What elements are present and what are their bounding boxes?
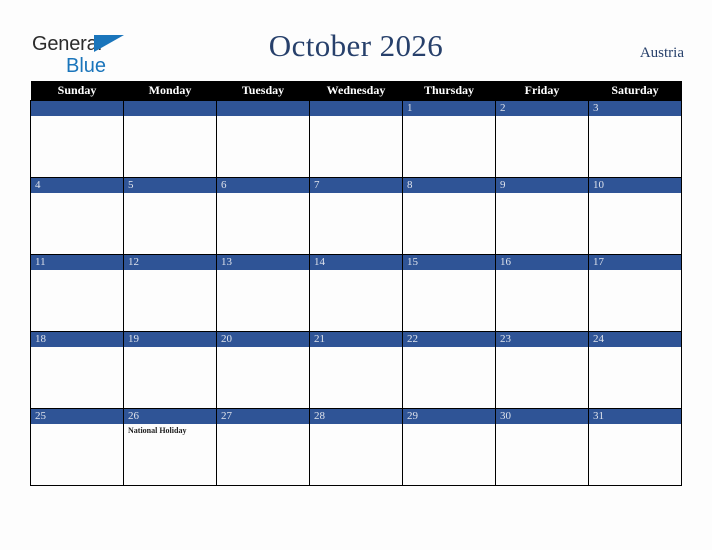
calendar-day-cell[interactable]: 16: [495, 254, 589, 332]
calendar-day-cell[interactable]: 22: [402, 331, 496, 409]
calendar-day-cell[interactable]: 1: [402, 100, 496, 178]
day-number: 13: [217, 255, 309, 270]
calendar-day-cell[interactable]: 14: [309, 254, 403, 332]
day-number: 1: [403, 101, 495, 116]
calendar-day-cell[interactable]: 30: [495, 408, 589, 486]
calendar-day-cell[interactable]: 8: [402, 177, 496, 255]
day-number: 28: [310, 409, 402, 424]
calendar-week-row: 11 12 13 14 15 16 17: [30, 254, 682, 332]
calendar-week-row: 25 26 National Holiday 27 28 29 30 31: [30, 408, 682, 486]
calendar-day-cell[interactable]: 2: [495, 100, 589, 178]
day-number: 22: [403, 332, 495, 347]
calendar-grid: Sunday Monday Tuesday Wednesday Thursday…: [30, 81, 682, 486]
calendar-empty-cell: [123, 100, 217, 178]
calendar-day-cell[interactable]: 23: [495, 331, 589, 409]
day-number: 2: [496, 101, 588, 116]
day-event-list: National Holiday: [124, 424, 216, 436]
calendar-day-cell[interactable]: 9: [495, 177, 589, 255]
calendar-day-cell[interactable]: 7: [309, 177, 403, 255]
weekday-header-thursday: Thursday: [402, 81, 496, 101]
calendar-day-cell[interactable]: 18: [30, 331, 124, 409]
holiday-label: National Holiday: [128, 426, 187, 435]
day-number: 16: [496, 255, 588, 270]
day-number: 4: [31, 178, 123, 193]
calendar-day-cell[interactable]: 3: [588, 100, 682, 178]
calendar-day-cell[interactable]: 20: [216, 331, 310, 409]
calendar-header-row: Sunday Monday Tuesday Wednesday Thursday…: [30, 81, 682, 101]
calendar-day-cell[interactable]: 12: [123, 254, 217, 332]
day-number: 3: [589, 101, 681, 116]
calendar-week-row: 18 19 20 21 22 23 24: [30, 331, 682, 409]
day-number: 25: [31, 409, 123, 424]
day-number: [310, 101, 402, 116]
day-number: 26: [124, 409, 216, 424]
day-number: 31: [589, 409, 681, 424]
calendar-day-cell[interactable]: 29: [402, 408, 496, 486]
calendar-body: 1 2 3 4 5 6 7 8 9 10 11 12 13 14 15 16 17 18 19 20 21 22 23 24 2…: [30, 100, 682, 486]
day-number: 7: [310, 178, 402, 193]
day-number: 21: [310, 332, 402, 347]
day-number: 23: [496, 332, 588, 347]
day-number: 11: [31, 255, 123, 270]
day-number: [31, 101, 123, 116]
weekday-header-saturday: Saturday: [588, 81, 682, 101]
day-number: 10: [589, 178, 681, 193]
calendar-empty-cell: [216, 100, 310, 178]
calendar-day-cell[interactable]: 24: [588, 331, 682, 409]
calendar-day-cell[interactable]: 27: [216, 408, 310, 486]
day-number: 12: [124, 255, 216, 270]
calendar-week-row: 4 5 6 7 8 9 10: [30, 177, 682, 255]
calendar-empty-cell: [309, 100, 403, 178]
calendar-day-cell[interactable]: 19: [123, 331, 217, 409]
day-number: [217, 101, 309, 116]
day-number: 9: [496, 178, 588, 193]
day-number: 8: [403, 178, 495, 193]
calendar-day-cell[interactable]: 15: [402, 254, 496, 332]
weekday-header-tuesday: Tuesday: [216, 81, 310, 101]
day-number: 19: [124, 332, 216, 347]
page-header: General Blue October 2026 Austria: [0, 0, 712, 78]
day-number: 17: [589, 255, 681, 270]
day-number: 24: [589, 332, 681, 347]
calendar-day-cell[interactable]: 6: [216, 177, 310, 255]
calendar-day-cell[interactable]: 26 National Holiday: [123, 408, 217, 486]
day-number: [124, 101, 216, 116]
calendar-week-row: 123: [30, 100, 682, 178]
day-number: 27: [217, 409, 309, 424]
calendar-day-cell[interactable]: 31: [588, 408, 682, 486]
page-title: October 2026: [268, 28, 444, 63]
day-number: 5: [124, 178, 216, 193]
day-number: 20: [217, 332, 309, 347]
calendar-day-cell[interactable]: 28: [309, 408, 403, 486]
weekday-header-sunday: Sunday: [30, 81, 124, 101]
calendar-day-cell[interactable]: 4: [30, 177, 124, 255]
calendar-day-cell[interactable]: 10: [588, 177, 682, 255]
weekday-header-monday: Monday: [123, 81, 217, 101]
calendar-day-cell[interactable]: 13: [216, 254, 310, 332]
day-number: 29: [403, 409, 495, 424]
calendar-day-cell[interactable]: 5: [123, 177, 217, 255]
weekday-header-friday: Friday: [495, 81, 589, 101]
day-number: 6: [217, 178, 309, 193]
day-number: 30: [496, 409, 588, 424]
calendar-day-cell[interactable]: 25: [30, 408, 124, 486]
day-number: 18: [31, 332, 123, 347]
day-number: 14: [310, 255, 402, 270]
weekday-header-wednesday: Wednesday: [309, 81, 403, 101]
calendar-day-cell[interactable]: 11: [30, 254, 124, 332]
calendar-empty-cell: [30, 100, 124, 178]
day-number: 15: [403, 255, 495, 270]
calendar-day-cell[interactable]: 21: [309, 331, 403, 409]
country-label: Austria: [639, 45, 684, 61]
calendar-day-cell[interactable]: 17: [588, 254, 682, 332]
